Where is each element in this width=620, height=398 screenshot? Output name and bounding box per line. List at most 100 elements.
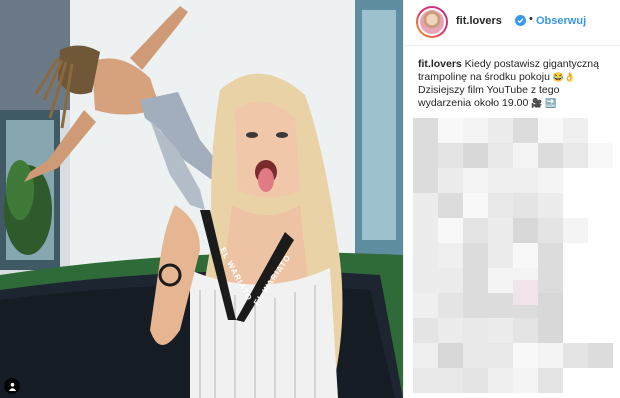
pixel-block bbox=[463, 218, 488, 243]
avatar[interactable] bbox=[416, 6, 448, 38]
pixel-block bbox=[438, 193, 463, 218]
pixel-block bbox=[513, 368, 538, 393]
pixel-block bbox=[463, 168, 488, 193]
follow-button[interactable]: Obserwuj bbox=[536, 15, 586, 27]
caption-text-line3: Dzisiejszy film YouTube z tego bbox=[418, 84, 560, 96]
pixel-block bbox=[588, 118, 613, 143]
pixel-block bbox=[513, 218, 538, 243]
pixel-block bbox=[488, 243, 513, 268]
laugh-ok-emoji: 😂👌 bbox=[552, 72, 576, 83]
pixel-block bbox=[538, 368, 563, 393]
pixel-block bbox=[463, 343, 488, 368]
post-caption: fit.lovers Kiedy postawisz gigantyczną t… bbox=[418, 58, 613, 110]
pixel-block bbox=[563, 193, 588, 218]
pixel-block bbox=[538, 318, 563, 343]
caption-text-line2: trampolinę na środku pokoju bbox=[418, 71, 550, 83]
pixel-block bbox=[488, 268, 513, 293]
pixel-block bbox=[538, 168, 563, 193]
pixel-block bbox=[488, 143, 513, 168]
pixel-block bbox=[588, 168, 613, 193]
pixel-block bbox=[588, 218, 613, 243]
pixel-block bbox=[563, 368, 588, 393]
pixel-block bbox=[538, 343, 563, 368]
pixel-block bbox=[413, 193, 438, 218]
pixel-block bbox=[588, 293, 613, 318]
pixel-block bbox=[438, 118, 463, 143]
pixel-block bbox=[538, 293, 563, 318]
pixel-block bbox=[513, 143, 538, 168]
post-header: fit.lovers • Obserwuj bbox=[404, 0, 620, 46]
pixel-block bbox=[563, 243, 588, 268]
pixel-block bbox=[413, 218, 438, 243]
post-photo[interactable]: EL WARIATO EL WARIATO bbox=[0, 0, 403, 398]
pixel-block bbox=[538, 193, 563, 218]
pixel-block bbox=[588, 318, 613, 343]
pixel-block bbox=[588, 268, 613, 293]
pixel-block bbox=[513, 243, 538, 268]
pixel-block bbox=[413, 268, 438, 293]
caption-text-line4: wydarzenia około 19.00 bbox=[418, 97, 529, 109]
pixel-block bbox=[488, 343, 513, 368]
pixel-block bbox=[488, 218, 513, 243]
pixel-block bbox=[463, 268, 488, 293]
pixel-block bbox=[438, 218, 463, 243]
pixel-block bbox=[513, 280, 538, 305]
pixel-block bbox=[513, 343, 538, 368]
person-icon bbox=[8, 382, 16, 391]
post-side-panel: fit.lovers • Obserwuj fit.lovers Kiedy p… bbox=[403, 0, 620, 398]
pixel-block bbox=[413, 343, 438, 368]
pixel-block bbox=[413, 118, 438, 143]
pixel-block bbox=[513, 118, 538, 143]
pixel-block bbox=[438, 243, 463, 268]
pixel-block bbox=[488, 318, 513, 343]
pixel-block bbox=[463, 293, 488, 318]
pixel-block bbox=[563, 268, 588, 293]
pixel-block bbox=[513, 168, 538, 193]
pixel-block bbox=[563, 118, 588, 143]
user-tag-icon[interactable] bbox=[4, 378, 20, 394]
pixel-block bbox=[588, 368, 613, 393]
pixel-block bbox=[563, 143, 588, 168]
pixel-block bbox=[413, 318, 438, 343]
pixel-block bbox=[588, 143, 613, 168]
photo-scene bbox=[0, 0, 403, 398]
pixel-block bbox=[488, 168, 513, 193]
pixel-block bbox=[538, 243, 563, 268]
pixel-block bbox=[413, 368, 438, 393]
pixel-block bbox=[563, 218, 588, 243]
pixelated-comments bbox=[413, 118, 617, 398]
pixel-block bbox=[563, 343, 588, 368]
verified-badge-icon bbox=[515, 15, 526, 26]
pixel-block bbox=[413, 168, 438, 193]
username-link[interactable]: fit.lovers bbox=[456, 15, 502, 27]
pixel-block bbox=[538, 218, 563, 243]
pixel-block bbox=[463, 143, 488, 168]
pixel-block bbox=[463, 118, 488, 143]
pixel-block bbox=[513, 193, 538, 218]
pixel-block bbox=[438, 318, 463, 343]
pixel-block bbox=[488, 368, 513, 393]
pixel-block bbox=[413, 243, 438, 268]
caption-text-line1: Kiedy postawisz gigantyczną bbox=[461, 58, 599, 70]
pixel-block bbox=[413, 143, 438, 168]
separator-dot: • bbox=[529, 13, 533, 25]
pixel-block bbox=[488, 193, 513, 218]
pixel-block bbox=[463, 243, 488, 268]
pixel-block bbox=[588, 193, 613, 218]
pixel-block bbox=[588, 343, 613, 368]
pixel-block bbox=[463, 368, 488, 393]
pixel-block bbox=[488, 118, 513, 143]
pixel-block bbox=[538, 118, 563, 143]
pixel-block bbox=[438, 293, 463, 318]
pixel-block bbox=[463, 318, 488, 343]
pixel-block bbox=[563, 318, 588, 343]
pixel-block bbox=[438, 143, 463, 168]
caption-username[interactable]: fit.lovers bbox=[418, 58, 462, 70]
pixel-block bbox=[438, 268, 463, 293]
pixel-block bbox=[538, 268, 563, 293]
pixel-block bbox=[563, 168, 588, 193]
pixel-block bbox=[413, 293, 438, 318]
pixel-block bbox=[513, 318, 538, 343]
pixel-block bbox=[488, 293, 513, 318]
pixel-block bbox=[438, 343, 463, 368]
